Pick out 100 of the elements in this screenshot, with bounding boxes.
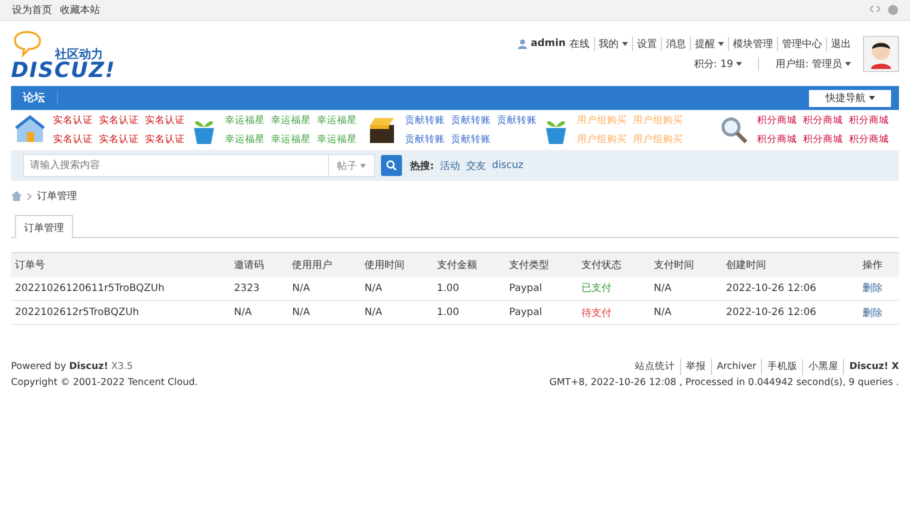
logo-tagline: 社区动力 <box>55 46 103 60</box>
copyright-text: Copyright © 2001-2022 Tencent Cloud. <box>11 376 198 390</box>
user-icon <box>518 38 527 48</box>
table-cell: 20221026120611r5TroBQZUh <box>11 276 230 300</box>
user-group-link[interactable]: 用户组: 管理员 <box>758 56 855 70</box>
avatar[interactable] <box>863 36 899 72</box>
table-cell: 2022-10-26 12:06 <box>722 300 859 324</box>
column-header: 邀请码 <box>230 252 288 276</box>
hot-search-link[interactable]: 活动 <box>440 158 460 172</box>
search-field[interactable]: 请输入搜索内容 帖子 <box>23 154 375 177</box>
delete-link[interactable]: 删除 <box>862 308 883 318</box>
home-icon[interactable] <box>11 191 22 201</box>
user-menu-link[interactable]: 设置 <box>632 36 661 50</box>
house-icon <box>15 115 45 145</box>
column-header: 订单号 <box>11 252 230 276</box>
footer-link[interactable]: 手机版 <box>762 359 804 375</box>
promo-link[interactable]: 贡献转账 <box>405 133 445 146</box>
hot-search-label: 热搜: <box>410 160 434 172</box>
hot-search-link[interactable]: discuz <box>492 160 524 171</box>
footer-brand: Discuz! X <box>848 360 899 374</box>
promo-link[interactable]: 贡献转账 <box>405 114 445 127</box>
column-header: 支付金额 <box>432 252 506 276</box>
user-menu-link[interactable]: 消息 <box>660 36 690 50</box>
caret-icon <box>845 62 851 66</box>
table-cell: 2022102612r5TroBQZUh <box>11 300 230 324</box>
user-menu-link[interactable]: 管理中心 <box>777 36 826 50</box>
chevron-icon <box>27 192 32 200</box>
promo-link[interactable]: 幸运福星 <box>317 133 357 146</box>
promo-link[interactable]: 贡献转账 <box>451 133 491 146</box>
promo-link[interactable]: 贡献转账 <box>451 114 491 127</box>
column-header: 支付状态 <box>577 252 650 276</box>
search-type-dropdown[interactable]: 帖子 <box>328 155 374 176</box>
table-cell: Paypal <box>505 276 578 300</box>
footer-link[interactable]: 小黑屋 <box>803 359 844 375</box>
tab[interactable]: 订单管理 <box>15 215 73 238</box>
caret-icon <box>622 42 628 46</box>
search-icon <box>386 160 397 171</box>
box-icon <box>367 115 397 145</box>
table-cell: N/A <box>230 300 288 324</box>
site-logo[interactable]: 社区动力 DISCUZ! <box>11 26 121 82</box>
table-cell: 1.00 <box>432 276 506 300</box>
hot-search-link[interactable]: 交友 <box>466 158 486 172</box>
caret-icon <box>718 42 724 46</box>
search-button[interactable] <box>381 155 402 176</box>
user-menu-link[interactable]: 模块管理 <box>728 36 777 50</box>
promo-link[interactable]: 积分商城 <box>849 133 889 146</box>
promo-link[interactable]: 积分商城 <box>757 133 797 146</box>
promo-link[interactable]: 实名认证 <box>99 114 139 127</box>
promo-link[interactable]: 实名认证 <box>145 114 185 127</box>
caret-icon <box>736 62 742 66</box>
column-header: 创建时间 <box>722 252 859 276</box>
table-cell: N/A <box>650 300 722 324</box>
breadcrumb-link[interactable]: 订单管理 <box>37 189 77 203</box>
caret-icon <box>868 96 874 100</box>
table-cell: N/A <box>288 300 361 324</box>
user-menu-link[interactable]: 我的 <box>594 36 632 50</box>
delete-link[interactable]: 删除 <box>862 283 883 294</box>
table-cell: 2323 <box>230 276 288 300</box>
speech-bubble-icon <box>13 30 43 58</box>
promo-link[interactable]: 幸运福星 <box>225 133 265 146</box>
promo-link[interactable]: 积分商城 <box>803 133 843 146</box>
promo-link[interactable]: 积分商城 <box>757 114 797 127</box>
table-cell: N/A <box>650 276 722 300</box>
table-cell: N/A <box>360 300 433 324</box>
promo-link[interactable]: 积分商城 <box>803 114 843 127</box>
column-header: 支付时间 <box>650 252 722 276</box>
promo-link[interactable]: 幸运福星 <box>271 114 311 127</box>
credits-link[interactable]: 积分: 19 <box>690 56 746 70</box>
top-link[interactable]: 收藏本站 <box>60 5 100 16</box>
table-cell: N/A <box>360 276 433 300</box>
table-cell: 1.00 <box>432 300 506 324</box>
magnifier-icon <box>719 115 749 145</box>
column-header: 操作 <box>858 252 899 276</box>
promo-link[interactable]: 实名认证 <box>53 133 93 146</box>
promo-link[interactable]: 实名认证 <box>145 133 185 146</box>
column-header: 使用用户 <box>288 252 361 276</box>
promo-link[interactable]: 幸运福星 <box>317 114 357 127</box>
processing-stats: GMT+8, 2022-10-26 12:08 , Processed in 0.044942 second(s), 9 queries . <box>549 376 899 390</box>
top-link[interactable]: 设为首页 <box>12 5 52 16</box>
promo-link[interactable]: 积分商城 <box>849 114 889 127</box>
promo-link[interactable]: 幸运福星 <box>271 133 311 146</box>
promo-link[interactable]: 实名认证 <box>53 114 93 127</box>
online-status: 在线 <box>570 38 591 50</box>
table-cell: Paypal <box>505 300 578 324</box>
column-header: 使用时间 <box>360 252 433 276</box>
promo-link[interactable]: 实名认证 <box>99 133 139 146</box>
footer-link[interactable]: 站点统计 <box>630 359 681 375</box>
user-menu-link[interactable]: 退出 <box>826 36 855 50</box>
code-icon[interactable] <box>870 5 880 13</box>
footer-link[interactable]: 举报 <box>680 359 712 375</box>
promo-link[interactable]: 贡献转账 <box>497 114 537 127</box>
username-link[interactable]: admin <box>526 38 570 49</box>
quick-nav-button[interactable]: 快捷导航 <box>809 90 891 106</box>
table-cell: 2022-10-26 12:06 <box>722 276 859 300</box>
caret-icon <box>360 164 366 168</box>
payment-status: 待支付 <box>577 300 650 324</box>
footer-link[interactable]: Archiver <box>712 359 762 375</box>
user-menu-link[interactable]: 提醒 <box>690 36 728 50</box>
promo-link[interactable]: 幸运福星 <box>225 114 265 127</box>
table-cell: N/A <box>288 276 361 300</box>
